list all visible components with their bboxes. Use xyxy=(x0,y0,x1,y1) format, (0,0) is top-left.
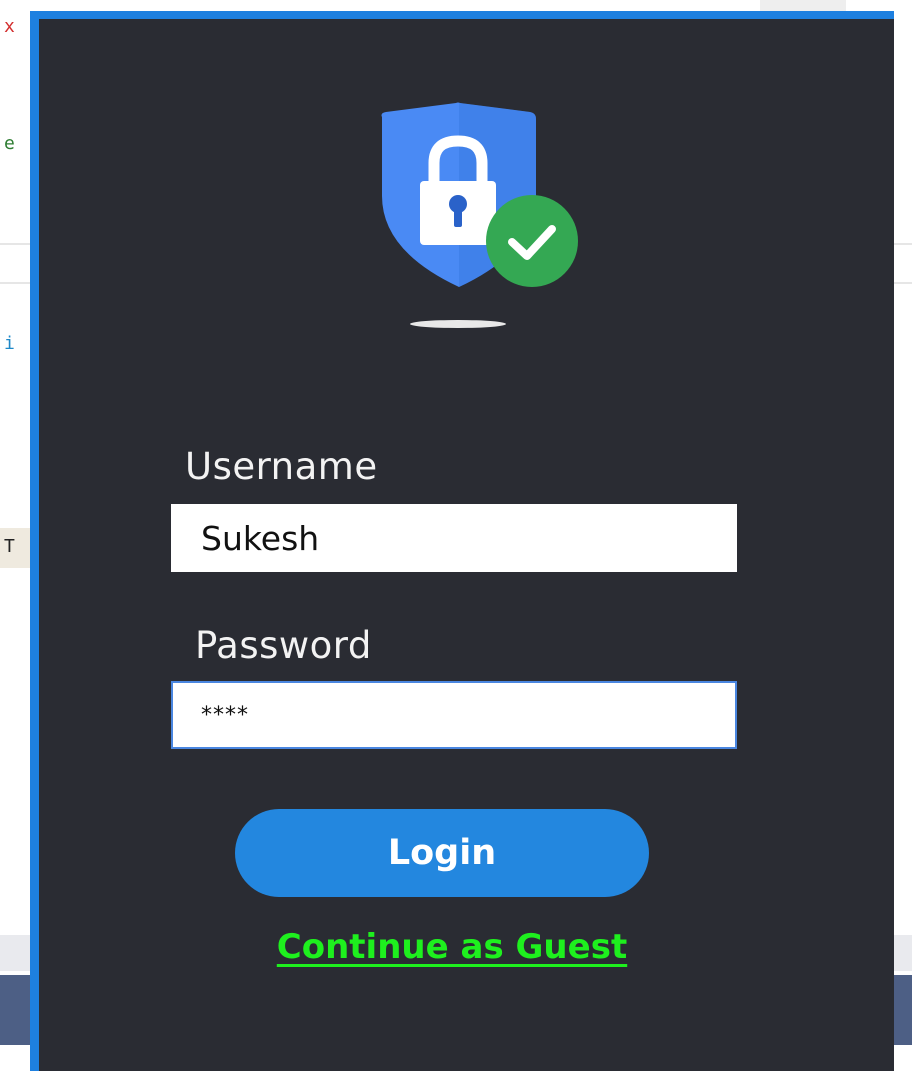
background-code-glyph: x xyxy=(4,16,15,37)
continue-as-guest-link[interactable]: Continue as Guest xyxy=(39,927,865,967)
background-code-glyph: i xyxy=(4,333,15,354)
login-window: Username Password Login Continue as Gues… xyxy=(30,11,894,1071)
username-label: Username xyxy=(185,445,378,488)
shield-lock-check-icon xyxy=(374,101,586,331)
password-input[interactable] xyxy=(171,681,737,749)
username-input[interactable] xyxy=(171,504,737,572)
background-code-glyph: T xyxy=(4,536,15,557)
login-button[interactable]: Login xyxy=(235,809,649,897)
password-label: Password xyxy=(195,624,372,667)
background-code-glyph: e xyxy=(4,133,15,154)
